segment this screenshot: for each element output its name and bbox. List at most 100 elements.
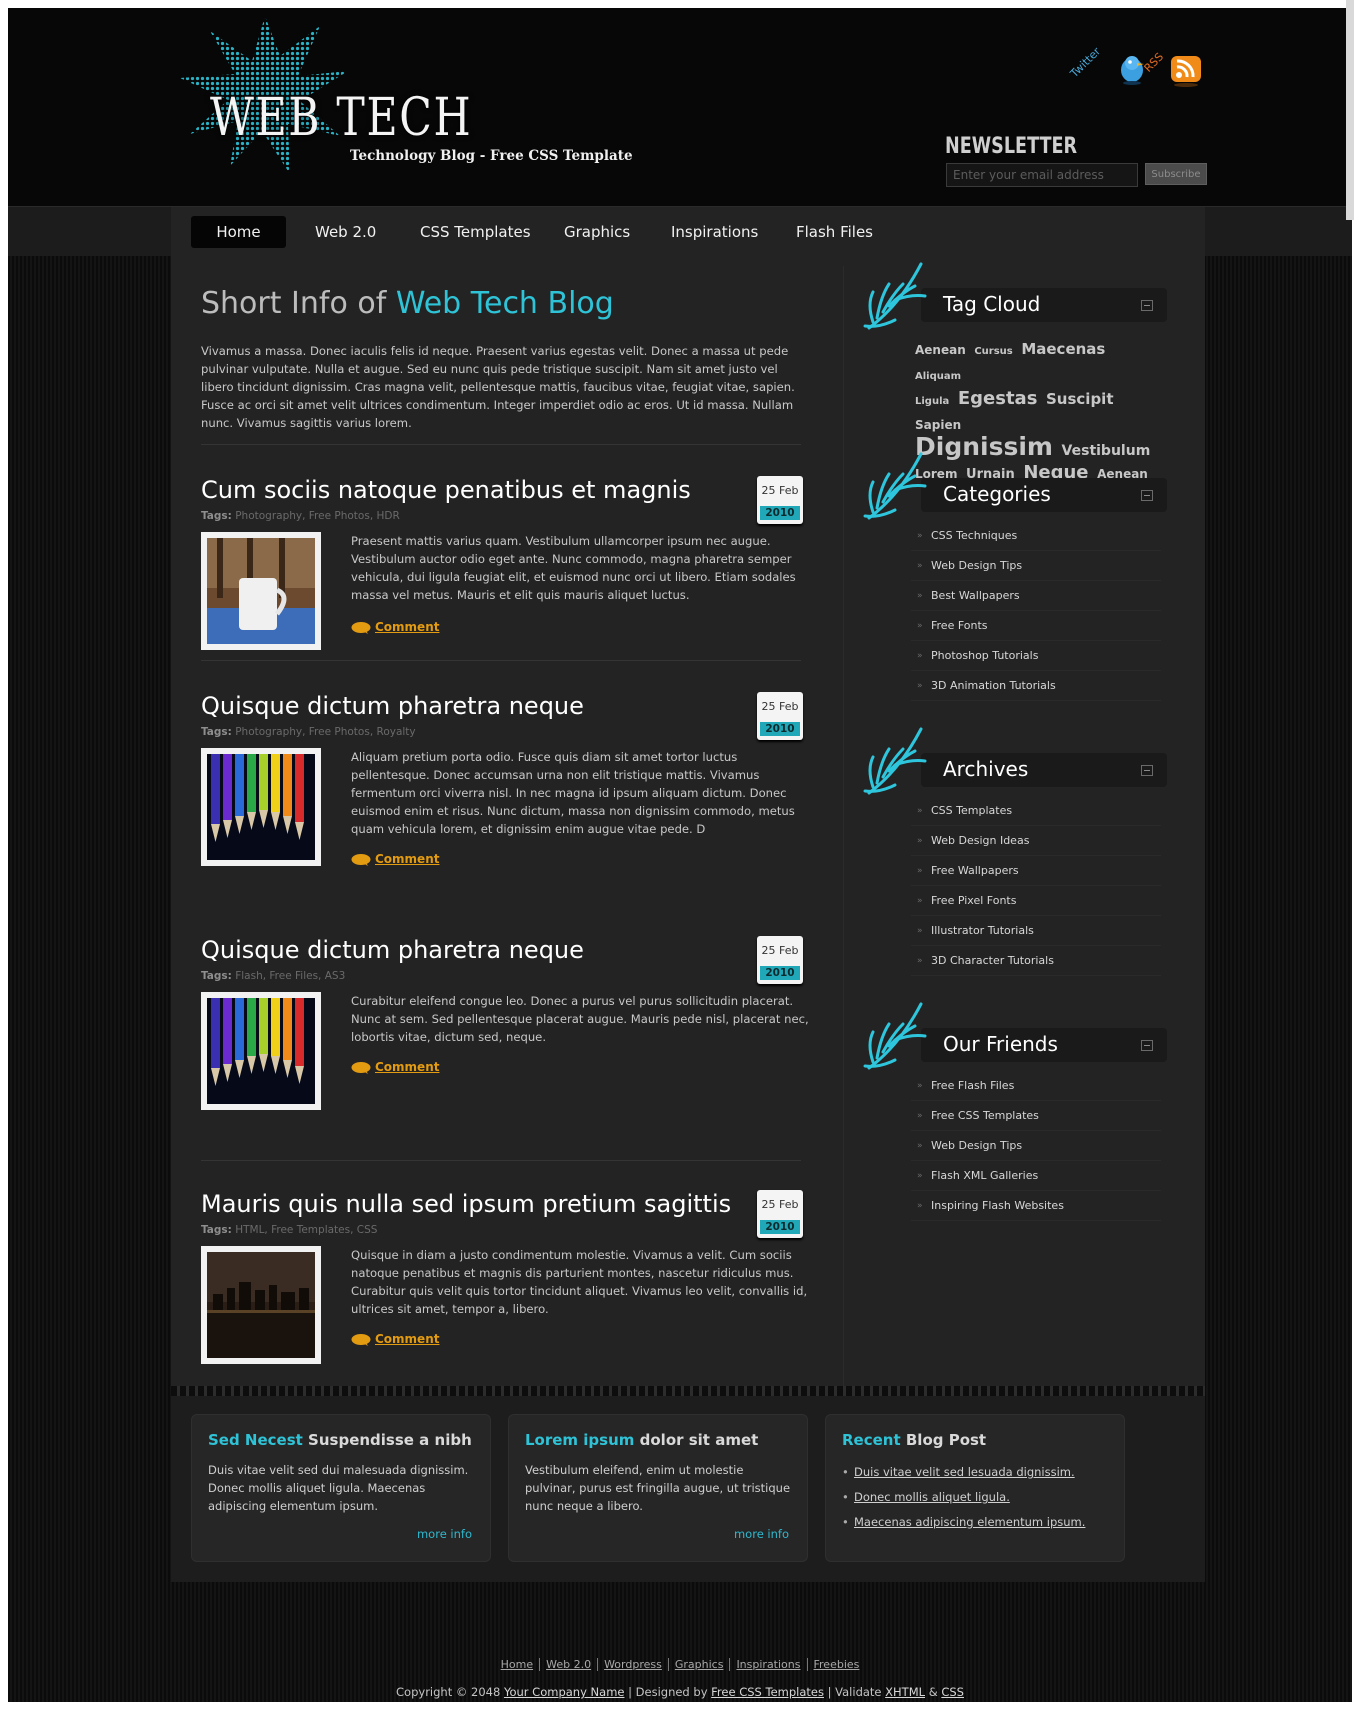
css-link[interactable]: CSS — [941, 1685, 964, 1699]
tag-link[interactable]: Cursus — [974, 346, 1012, 357]
newsletter-email-input[interactable] — [946, 163, 1138, 187]
post-thumbnail[interactable] — [201, 748, 321, 866]
list-item[interactable]: » Web Design Tips — [911, 1131, 1161, 1161]
list-item[interactable]: » Free Wallpapers — [911, 856, 1161, 886]
list-item[interactable]: » Free Pixel Fonts — [911, 886, 1161, 916]
widget-archives: Archives — [859, 721, 1169, 801]
list-item[interactable]: » Photoshop Tutorials — [911, 641, 1161, 671]
footer-link-web-2[interactable]: Web 2.0 — [540, 1658, 599, 1671]
arrow-icon: » — [917, 561, 923, 571]
footer-link-home[interactable]: Home — [494, 1658, 541, 1671]
nav-bar: Home Web 2.0 CSS Templates Graphics Insp… — [171, 207, 1205, 257]
designer-link[interactable]: Free CSS Templates — [711, 1685, 824, 1699]
twitter-label[interactable]: Twitter — [1068, 45, 1103, 80]
list-item[interactable]: » Web Design Tips — [911, 551, 1161, 581]
site-logo[interactable]: WEB TECH Technology Blog - Free CSS Temp… — [180, 16, 633, 176]
comment-link[interactable]: Comment — [351, 620, 439, 636]
list-item[interactable]: » Best Wallpapers — [911, 581, 1161, 611]
scrollbar[interactable] — [1346, 0, 1354, 220]
footer-link-wordpress[interactable]: Wordpress — [598, 1658, 669, 1671]
tag-link[interactable]: Sapien — [915, 418, 961, 432]
city-skyline-photo — [207, 1252, 315, 1358]
arrow-icon: » — [917, 926, 923, 936]
tag-link[interactable]: Suscipit — [1046, 390, 1114, 408]
subscribe-button[interactable]: Subscribe — [1145, 163, 1207, 185]
comment-bubble-icon — [351, 854, 371, 866]
tag-link[interactable]: Ligula — [915, 396, 949, 407]
date-badge: 25 Feb 2010 — [757, 936, 803, 984]
post-tags: Tags: Photography, Free Photos, HDR — [201, 510, 400, 522]
nav-item-inspirations[interactable]: Inspirations — [671, 216, 758, 248]
rss-feed-icon[interactable] — [1169, 54, 1203, 88]
list-item[interactable]: » 3D Character Tutorials — [911, 946, 1161, 976]
tag-link[interactable]: Maecenas — [1021, 340, 1105, 358]
collapse-icon[interactable] — [1141, 490, 1153, 501]
list-item[interactable]: » Flash XML Galleries — [911, 1161, 1161, 1191]
date-badge: 25 Feb 2010 — [757, 1190, 803, 1238]
arrow-icon: » — [917, 1111, 923, 1121]
nav-item-home[interactable]: Home — [191, 216, 286, 248]
footer-link-inspirations[interactable]: Inspirations — [730, 1658, 808, 1671]
post-thumbnail[interactable] — [201, 992, 321, 1110]
post-thumbnail[interactable] — [201, 1246, 321, 1364]
footer-link-freebies[interactable]: Freebies — [808, 1658, 866, 1671]
collapse-icon[interactable] — [1141, 300, 1153, 311]
footer-link-graphics[interactable]: Graphics — [668, 1658, 731, 1671]
list-item[interactable]: » Free Flash Files — [911, 1071, 1161, 1101]
nav-item-graphics[interactable]: Graphics — [564, 216, 630, 248]
footer-torn-edge — [171, 1386, 1205, 1396]
more-info-link[interactable]: more info — [734, 1527, 789, 1541]
nav-item-web-2[interactable]: Web 2.0 — [315, 216, 376, 248]
list-item[interactable]: » CSS Techniques — [911, 521, 1161, 551]
widget-title: Our Friends — [943, 1032, 1058, 1056]
post-tags: Tags: Flash, Free Files, AS3 — [201, 970, 346, 982]
post-title[interactable]: Quisque dictum pharetra neque — [201, 936, 584, 964]
intro-title: Short Info of Web Tech Blog — [201, 286, 614, 321]
recent-post-link[interactable]: Donec mollis aliquet ligula. — [842, 1490, 1085, 1515]
footer-box-title: Recent Blog Post — [842, 1431, 987, 1449]
tag-link[interactable]: Aenean — [915, 343, 966, 357]
tag-link[interactable]: Aliquam — [915, 371, 961, 382]
comment-link[interactable]: Comment — [351, 1332, 439, 1348]
post-title[interactable]: Quisque dictum pharetra neque — [201, 692, 584, 720]
nav-item-css-templates[interactable]: CSS Templates — [420, 216, 531, 248]
logo-subtitle: Technology Blog - Free CSS Template — [350, 148, 633, 164]
post-title[interactable]: Cum sociis natoque penatibus et magnis — [201, 476, 691, 504]
date-day: 25 Feb — [761, 484, 799, 497]
recent-post-link[interactable]: Maecenas adipiscing elementum ipsum. — [842, 1515, 1085, 1540]
post-title[interactable]: Mauris quis nulla sed ipsum pretium sagi… — [201, 1190, 731, 1218]
collapse-icon[interactable] — [1141, 765, 1153, 776]
nav-item-flash-files[interactable]: Flash Files — [796, 216, 873, 248]
arrow-icon: » — [917, 866, 923, 876]
list-item[interactable]: » CSS Templates — [911, 796, 1161, 826]
comment-link[interactable]: Comment — [351, 1060, 439, 1076]
column-divider — [843, 266, 844, 1386]
recent-post-link[interactable]: Duis vitae velit sed lesuada dignissim. — [842, 1465, 1085, 1490]
list-item[interactable]: » Free Fonts — [911, 611, 1161, 641]
list-item[interactable]: » Inspiring Flash Websites — [911, 1191, 1161, 1221]
more-info-link[interactable]: more info — [417, 1527, 472, 1541]
date-day: 25 Feb — [761, 700, 799, 713]
company-link[interactable]: Your Company Name — [504, 1685, 625, 1699]
tag-link[interactable]: Egestas — [958, 388, 1038, 409]
footer-boxes: Sed Necest Suspendisse a nibh Duis vitae… — [171, 1386, 1205, 1582]
list-item[interactable]: » Web Design Ideas — [911, 826, 1161, 856]
widget-title: Tag Cloud — [943, 292, 1041, 316]
arrow-icon: » — [917, 651, 923, 661]
list-item[interactable]: » Illustrator Tutorials — [911, 916, 1161, 946]
post-body: Quisque in diam a justo condimentum mole… — [351, 1248, 808, 1316]
list-item[interactable]: » 3D Animation Tutorials — [911, 671, 1161, 701]
list-item[interactable]: » Free CSS Templates — [911, 1101, 1161, 1131]
comment-link[interactable]: Comment — [351, 852, 439, 868]
arrow-icon: » — [917, 836, 923, 846]
twitter-bird-icon[interactable] — [1117, 52, 1147, 86]
collapse-icon[interactable] — [1141, 1040, 1153, 1051]
xhtml-link[interactable]: XHTML — [885, 1685, 925, 1699]
arrow-icon: » — [917, 1141, 923, 1151]
blog-post: Mauris quis nulla sed ipsum pretium sagi… — [201, 1190, 811, 1390]
post-body: Aliquam pretium porta odio. Fusce quis d… — [351, 750, 795, 836]
post-body: Curabitur eleifend congue leo. Donec a p… — [351, 994, 809, 1044]
intro-text: Vivamus a massa. Donec iaculis felis id … — [201, 344, 795, 430]
post-thumbnail[interactable] — [201, 532, 321, 650]
arrow-icon: » — [917, 621, 923, 631]
